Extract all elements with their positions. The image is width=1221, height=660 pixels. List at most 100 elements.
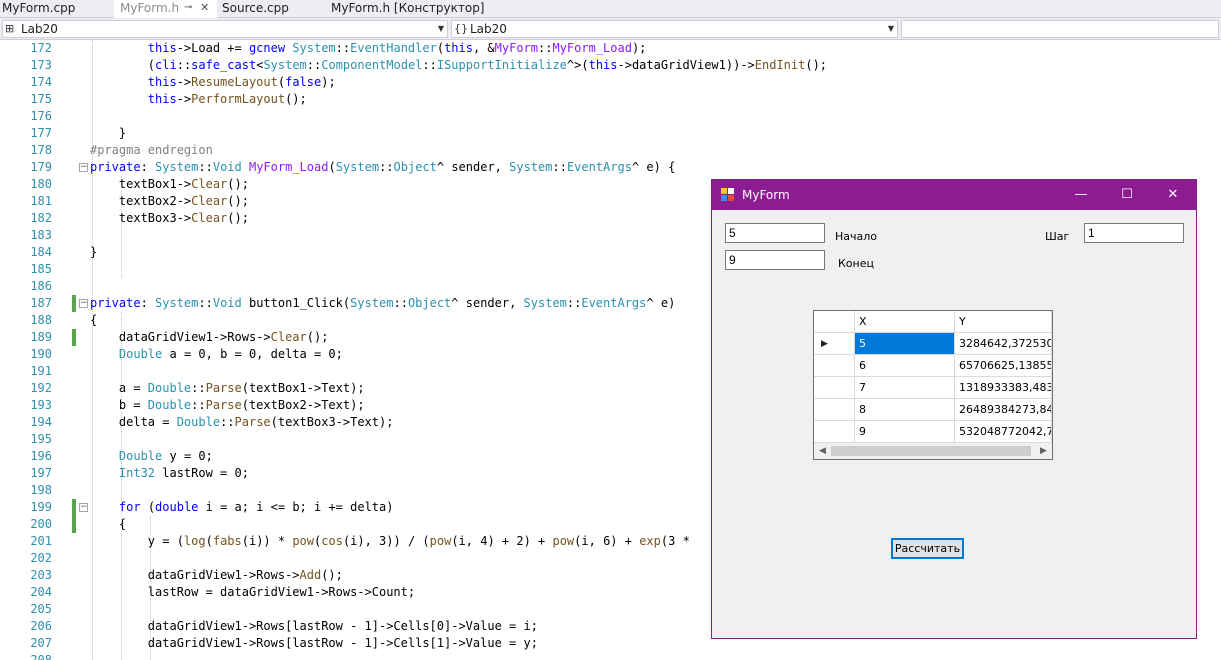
grid-row-header[interactable]	[814, 399, 855, 421]
code-text: private: System::Void button1_Click(Syst…	[90, 296, 676, 310]
line-number: 202	[30, 551, 52, 565]
grid-cell-y[interactable]: 65706625,13855...	[955, 355, 1052, 377]
line-number: 175	[30, 92, 52, 106]
code-line[interactable]: 172 this->Load += gcnew System::EventHan…	[0, 40, 1221, 57]
line-number: 172	[30, 41, 52, 55]
calculate-button[interactable]: Рассчитать	[891, 538, 964, 559]
scrollbar-thumb[interactable]	[831, 446, 1031, 456]
grid-row-header[interactable]	[814, 421, 855, 443]
document-tab-strip: MyForm.cpp MyForm.h ⊸ ✕ Source.cpp MyFor…	[0, 0, 1221, 18]
grid-cell-x[interactable]: 6	[855, 355, 955, 377]
grid-cell-x[interactable]: 5	[855, 333, 955, 355]
start-input[interactable]	[725, 223, 825, 243]
code-text: textBox3->Clear();	[90, 211, 249, 225]
close-icon: ✕	[1167, 187, 1179, 202]
code-text: }	[90, 245, 98, 259]
code-text: Int32 lastRow = 0;	[118, 466, 249, 480]
line-number: 204	[30, 585, 52, 599]
change-marker	[72, 499, 76, 516]
grid-cell-y[interactable]: 532048772042,7...	[955, 421, 1052, 443]
line-number: 205	[30, 602, 52, 616]
tab-label: MyForm.h [Конструктор]	[331, 1, 485, 15]
grid-cell-x[interactable]: 8	[855, 399, 955, 421]
grid-cell-y[interactable]: 1318933383,483...	[955, 377, 1052, 399]
grid-cell-y[interactable]: 26489384273,84...	[955, 399, 1052, 421]
line-number: 189	[30, 330, 52, 344]
tab-myform-cpp[interactable]: MyForm.cpp	[2, 0, 114, 18]
tab-myform-designer[interactable]: MyForm.h [Конструктор]	[331, 0, 491, 18]
grid-row-header[interactable]: ▶	[814, 333, 855, 355]
member-scope-dropdown[interactable]	[901, 20, 1219, 38]
code-line[interactable]: 178 #pragma endregion	[0, 142, 1221, 159]
collapse-icon[interactable]: −	[79, 163, 88, 172]
change-marker	[72, 295, 76, 312]
window-close-button[interactable]: ✕	[1150, 180, 1196, 210]
line-number: 200	[30, 517, 52, 531]
code-text: textBox1->Clear();	[90, 177, 249, 191]
maximize-button[interactable]: ☐	[1104, 180, 1150, 210]
code-text: this->ResumeLayout(false);	[147, 75, 336, 89]
code-text: #pragma endregion	[90, 143, 213, 157]
window-title-bar[interactable]: MyForm — ☐ ✕	[712, 180, 1196, 210]
line-number: 199	[30, 500, 52, 514]
start-label: Начало	[835, 230, 878, 243]
code-text: a = Double::Parse(textBox1->Text);	[90, 381, 365, 395]
scroll-left-arrow-icon[interactable]: ◀	[814, 443, 831, 459]
code-line[interactable]: 208	[0, 652, 1221, 660]
line-number: 194	[30, 415, 52, 429]
code-line[interactable]: 177 }	[0, 125, 1221, 142]
code-line[interactable]: 179 − private: System::Void MyForm_Load(Sy…	[0, 159, 1221, 176]
grid-row-header[interactable]	[814, 377, 855, 399]
line-number: 207	[30, 636, 52, 650]
project-scope-dropdown[interactable]: ⊞ Lab20 ▼	[2, 20, 448, 38]
code-text: dataGridView1->Rows[lastRow - 1]->Cells[…	[90, 636, 538, 650]
horizontal-scrollbar[interactable]: ◀ ▶	[814, 443, 1052, 459]
code-text: {	[90, 313, 98, 327]
tab-source-cpp[interactable]: Source.cpp	[222, 0, 322, 18]
collapse-icon[interactable]: −	[79, 299, 88, 308]
code-line[interactable]: 175 this->PerformLayout();	[0, 91, 1221, 108]
code-text: dataGridView1->Rows->Clear();	[90, 330, 329, 344]
grid-cell-x[interactable]: 9	[855, 421, 955, 443]
scroll-right-arrow-icon[interactable]: ▶	[1035, 443, 1052, 459]
code-text: lastRow = dataGridView1->Rows->Count;	[90, 585, 416, 599]
code-text: private: System::Void MyForm_Load(System…	[90, 160, 676, 174]
minimize-button[interactable]: —	[1058, 180, 1104, 210]
line-number: 195	[30, 432, 52, 446]
end-input[interactable]	[725, 250, 825, 270]
code-text: textBox2->Clear();	[90, 194, 249, 208]
line-number: 188	[30, 313, 52, 327]
project-scope-value: Lab20	[21, 22, 58, 36]
grid-column-header[interactable]: X	[855, 311, 955, 333]
myform-window: MyForm — ☐ ✕ Начало Конец Шаг XY ▶ 5328464…	[711, 179, 1197, 639]
code-line[interactable]: 173 (cli::safe_cast<System::ComponentMod…	[0, 57, 1221, 74]
minimize-icon: —	[1074, 187, 1088, 202]
grid-cell-x[interactable]: 7	[855, 377, 955, 399]
code-text: b = Double::Parse(textBox2->Text);	[90, 398, 365, 412]
namespace-scope-dropdown[interactable]: {} Lab20 ▼	[451, 20, 898, 38]
grid-corner-header[interactable]	[814, 311, 855, 333]
collapse-icon[interactable]: −	[79, 503, 88, 512]
line-number: 201	[30, 534, 52, 548]
line-number: 184	[30, 245, 52, 259]
pin-icon[interactable]: ⊸	[184, 0, 192, 16]
line-number: 191	[30, 364, 52, 378]
line-number: 190	[30, 347, 52, 361]
line-number: 182	[30, 211, 52, 225]
code-line[interactable]: 176	[0, 108, 1221, 125]
code-text: {	[90, 517, 127, 531]
grid-cell-y[interactable]: 3284642,3725307	[955, 333, 1052, 355]
form-app-icon	[721, 188, 735, 202]
window-title: MyForm	[742, 188, 790, 202]
step-input[interactable]	[1084, 223, 1184, 243]
close-icon[interactable]: ✕	[200, 0, 209, 16]
code-line[interactable]: 174 this->ResumeLayout(false);	[0, 74, 1221, 91]
change-marker	[72, 516, 76, 533]
grid-row-header[interactable]	[814, 355, 855, 377]
results-data-grid[interactable]: XY ▶ 53284642,3725307665706625,13855...713…	[813, 310, 1053, 460]
line-number: 179	[30, 160, 52, 174]
project-icon: ⊞	[5, 22, 15, 35]
tab-myform-h[interactable]: MyForm.h ⊸ ✕	[114, 0, 217, 18]
grid-column-header[interactable]: Y	[955, 311, 1052, 333]
line-number: 180	[30, 177, 52, 191]
